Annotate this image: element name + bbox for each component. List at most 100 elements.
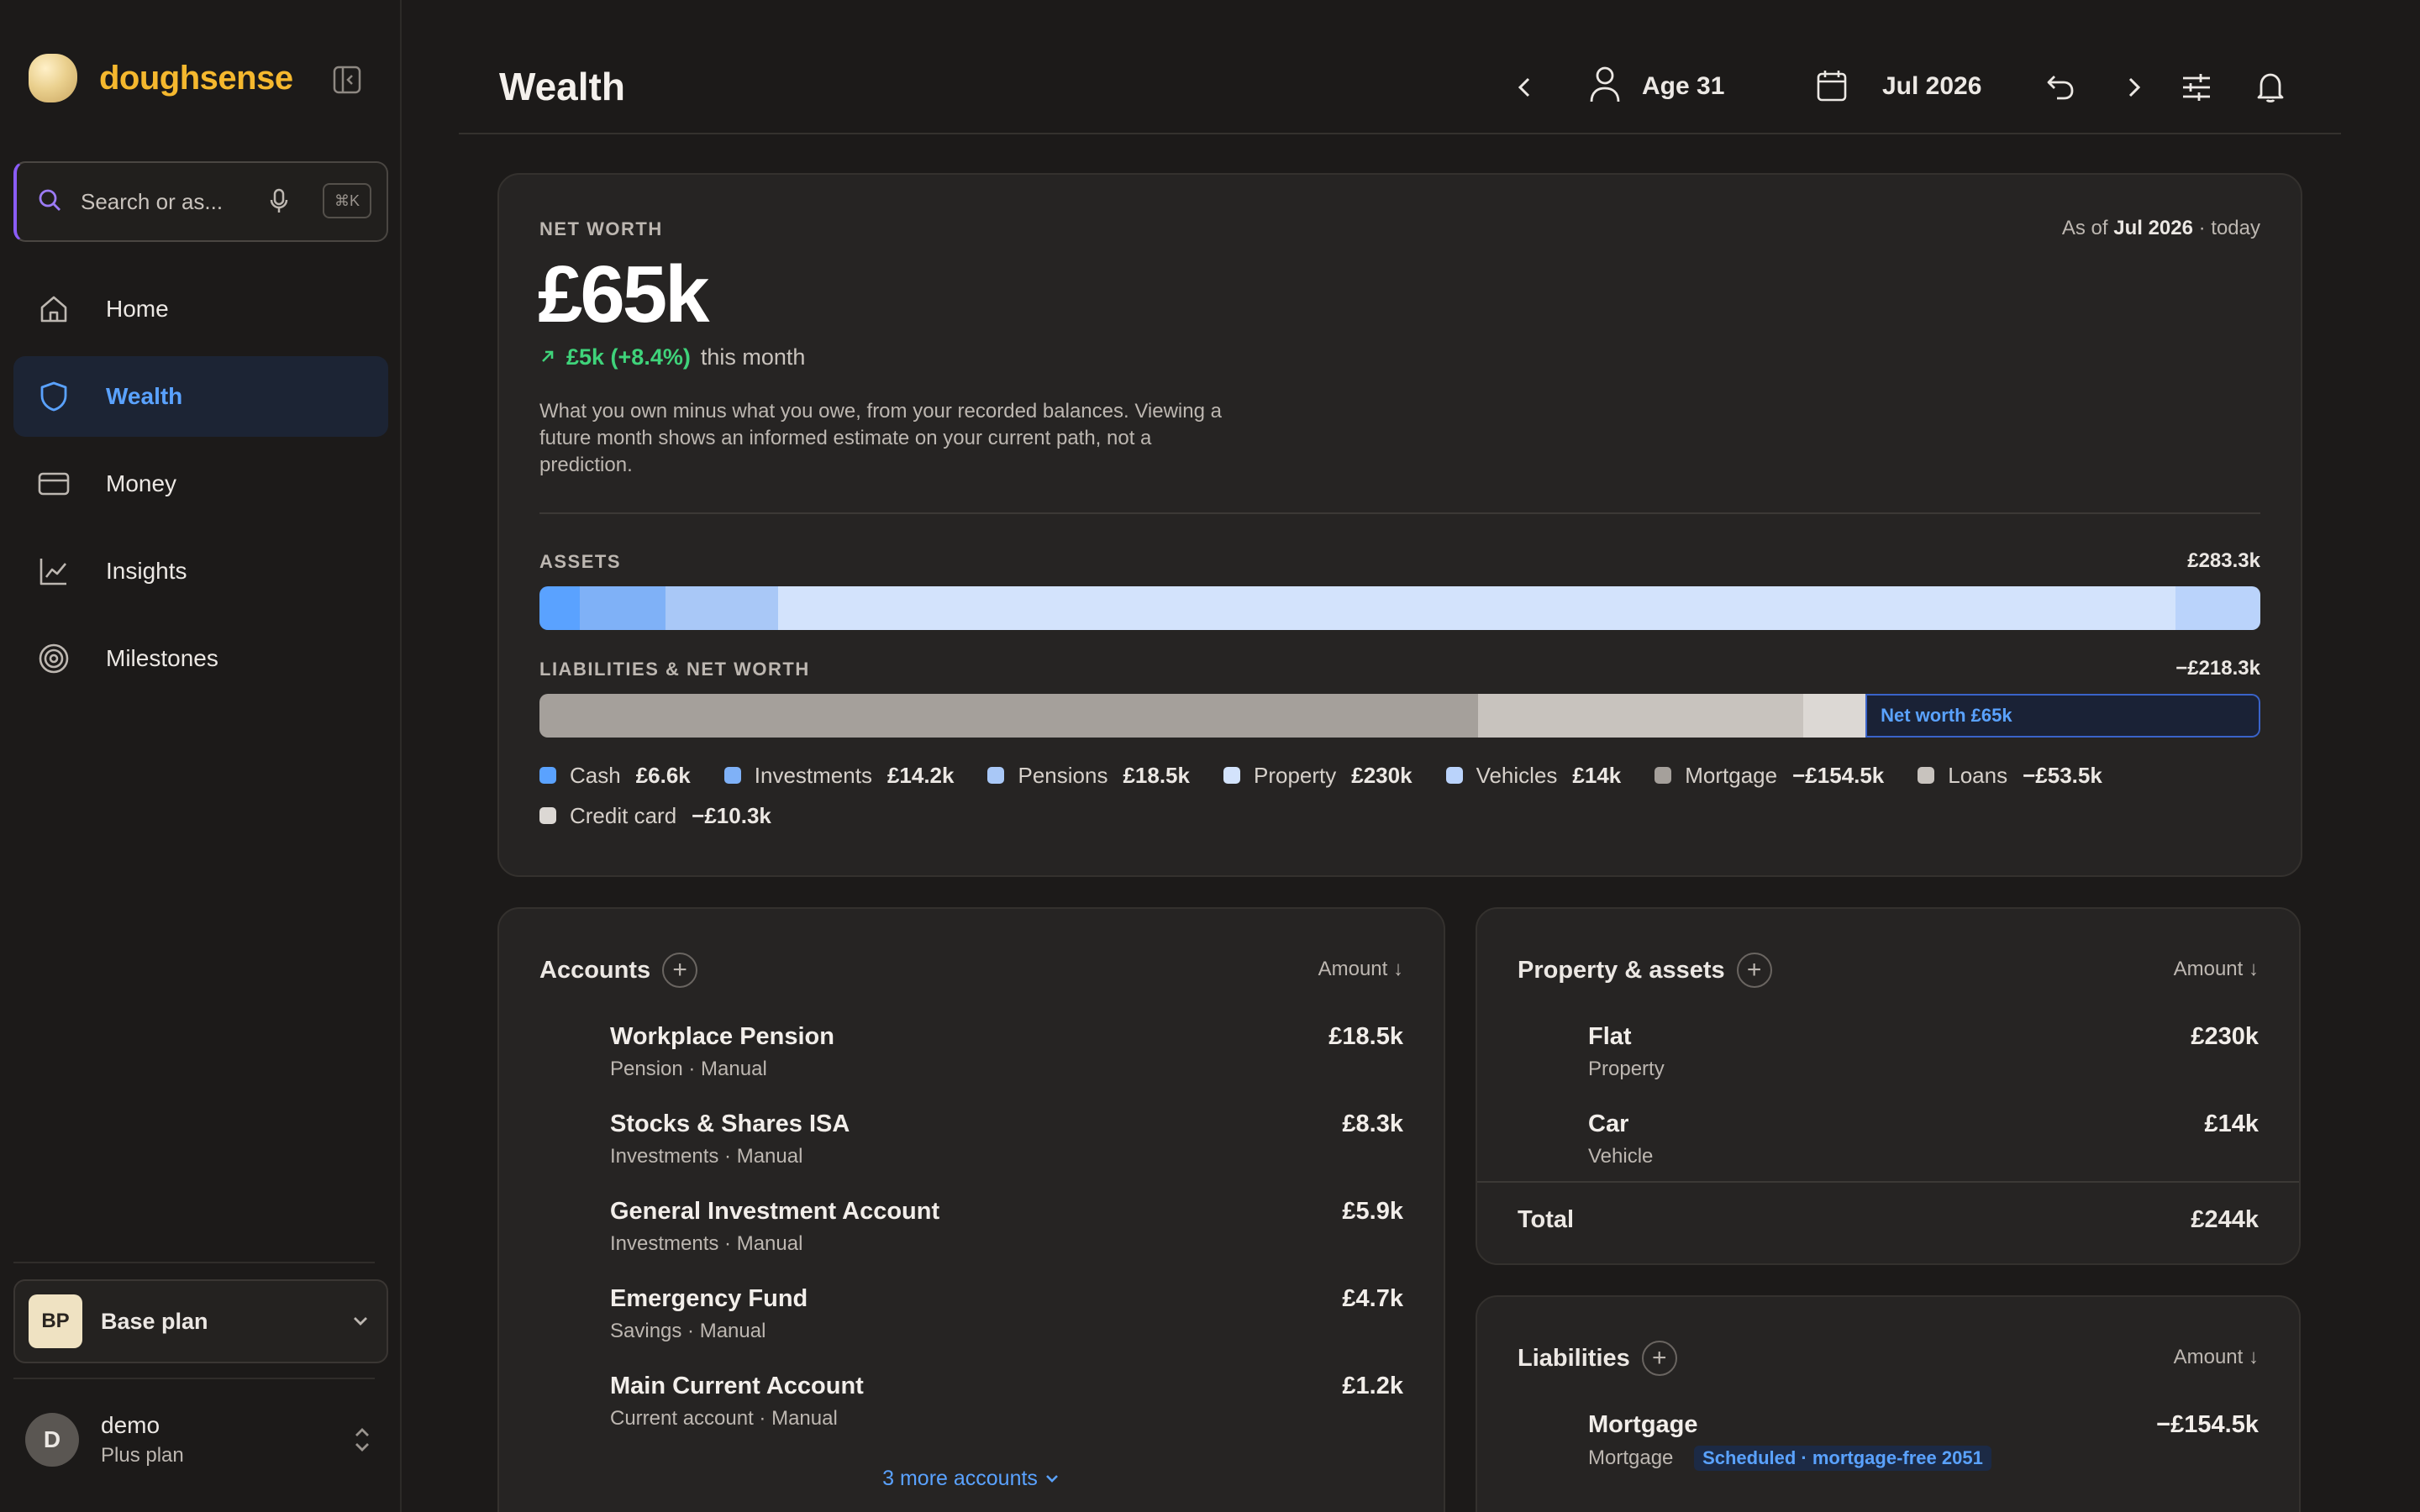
collapse-sidebar-icon[interactable] xyxy=(333,66,361,94)
liabilities-title: Liabilities + xyxy=(1518,1341,1677,1376)
home-icon xyxy=(37,292,71,326)
add-liability-button[interactable]: + xyxy=(1641,1341,1677,1376)
legend-name: Credit card xyxy=(570,802,677,828)
top-bar: Wealth Age 31 Jul 2026 xyxy=(459,0,2341,134)
assets-label: Assets xyxy=(539,551,622,572)
assets-bar-segment xyxy=(2175,586,2260,630)
net-worth-description: What you own minus what you owe, from yo… xyxy=(539,400,1222,476)
legend-swatch xyxy=(723,767,741,784)
net-worth-change: £5k (+8.4%) this month xyxy=(539,344,805,370)
add-property-button[interactable]: + xyxy=(1736,953,1772,988)
legend-swatch xyxy=(1918,767,1935,784)
divider xyxy=(13,1378,375,1379)
legend-value: £230k xyxy=(1351,762,1413,788)
brand-name: doughsense xyxy=(99,59,293,97)
legend-value: −£10.3k xyxy=(692,802,771,828)
date-display[interactable]: Jul 2026 xyxy=(1882,72,1981,101)
sort-by-amount[interactable]: Amount ↓ xyxy=(1318,958,1403,981)
nav-label: Wealth xyxy=(106,383,183,409)
brand[interactable]: doughsense xyxy=(29,54,293,102)
legend-item: Vehicles £14k xyxy=(1445,762,1622,788)
legend-value: £14k xyxy=(1572,762,1622,788)
legend-swatch xyxy=(539,807,556,824)
total-amount: £244k xyxy=(2191,1206,2259,1233)
breakdown-legend: Cash £6.6k Investments £14.2k Pensions £18.5k… xyxy=(539,763,2270,828)
microphone-icon[interactable] xyxy=(269,188,289,219)
bell-icon[interactable] xyxy=(2254,71,2287,104)
add-account-button[interactable]: + xyxy=(662,953,698,988)
liabilities-bar-segment xyxy=(1802,694,1866,738)
change-period: this month xyxy=(700,344,806,370)
search-input[interactable]: Search or as... ⌘K xyxy=(13,161,388,242)
nav-item-home[interactable]: Home xyxy=(13,269,388,349)
keyboard-shortcut-badge: ⌘K xyxy=(323,183,371,218)
legend-value: −£154.5k xyxy=(1792,762,1885,788)
liabilities-bar: Net worth £65k xyxy=(539,694,2260,738)
legend-name: Vehicles xyxy=(1476,762,1558,788)
legend-swatch xyxy=(1223,767,1240,784)
previous-month-icon[interactable] xyxy=(1507,71,1541,104)
nav-item-milestones[interactable]: Milestones xyxy=(13,618,388,699)
legend-item: Pensions £18.5k xyxy=(987,763,1190,788)
liabilities-card: Liabilities + Amount ↓ Mortgage Mortgage… xyxy=(1476,1295,2301,1512)
card-icon xyxy=(37,467,71,501)
avatar: D xyxy=(25,1413,79,1467)
arrow-up-right-icon xyxy=(539,344,556,370)
user-name: demo xyxy=(101,1412,160,1438)
target-icon xyxy=(37,642,71,675)
nav-item-insights[interactable]: Insights xyxy=(13,531,388,612)
liabilities-bar-segment xyxy=(539,694,1478,738)
chevron-down-icon xyxy=(1044,1467,1060,1490)
account-row[interactable]: Emergency Fund Savings · Manual £4.7k xyxy=(610,1285,1403,1352)
property-card: Property & assets + Amount ↓ Flat Proper… xyxy=(1476,907,2301,1265)
legend-name: Property xyxy=(1253,762,1337,788)
account-row[interactable]: Main Current Account Current account · M… xyxy=(610,1373,1403,1440)
assets-bar-segment xyxy=(539,586,580,630)
nav-label: Home xyxy=(106,296,169,322)
divider xyxy=(539,512,2260,514)
chart-icon xyxy=(37,554,71,588)
page-title: Wealth xyxy=(499,65,625,108)
brand-logo xyxy=(29,54,77,102)
net-worth-value: £65k xyxy=(538,249,710,339)
legend-item: Mortgage −£154.5k xyxy=(1655,763,1884,788)
nav-item-money[interactable]: Money xyxy=(13,444,388,524)
legend-swatch xyxy=(1445,767,1463,784)
sidebar: doughsense Search or as... ⌘K Home Wealt… xyxy=(0,0,402,1512)
nav-label: Money xyxy=(106,470,177,496)
plan-badge: BP xyxy=(29,1294,82,1348)
plan-selector[interactable]: BP Base plan xyxy=(13,1279,388,1363)
legend-swatch xyxy=(987,767,1005,784)
shield-icon xyxy=(37,380,71,413)
total-label: Total xyxy=(1518,1206,1575,1233)
legend-value: £14.2k xyxy=(886,762,955,788)
account-row[interactable]: Stocks & Shares ISA Investments · Manual… xyxy=(610,1110,1403,1178)
next-month-icon[interactable] xyxy=(2118,71,2151,104)
user-plan: Plus plan xyxy=(101,1444,184,1467)
show-more-accounts-link[interactable]: 3 more accounts xyxy=(499,1467,1444,1491)
divider xyxy=(13,1262,375,1263)
assets-total: £283.3k xyxy=(2187,549,2260,572)
legend-item: Loans −£53.5k xyxy=(1918,763,2102,788)
accounts-title: Accounts + xyxy=(539,953,698,988)
account-row[interactable]: General Investment Account Investments ·… xyxy=(610,1198,1403,1265)
assets-bar-segment xyxy=(579,586,666,630)
property-row[interactable]: Flat Property £230k xyxy=(1588,1023,2259,1090)
sort-by-amount[interactable]: Amount ↓ xyxy=(2174,1346,2259,1369)
age-display[interactable]: Age 31 xyxy=(1642,72,1724,101)
nav-label: Milestones xyxy=(106,645,218,671)
user-menu[interactable]: D demo Plus plan xyxy=(25,1406,378,1473)
sort-by-amount[interactable]: Amount ↓ xyxy=(2174,958,2259,981)
filters-icon[interactable] xyxy=(2180,71,2213,104)
undo-icon[interactable] xyxy=(2044,71,2077,104)
nav-item-wealth[interactable]: Wealth xyxy=(13,356,388,437)
legend-name: Loans xyxy=(1948,762,2008,788)
property-row[interactable]: Car Vehicle £14k xyxy=(1588,1110,2259,1178)
legend-name: Mortgage xyxy=(1685,762,1778,788)
nav-label: Insights xyxy=(106,558,187,584)
legend-swatch xyxy=(1655,767,1672,784)
liability-row[interactable]: Mortgage Mortgage Scheduled · mortgage-f… xyxy=(1588,1411,2259,1478)
chevron-down-icon xyxy=(350,1310,371,1336)
liabilities-bar-segment xyxy=(1477,694,1803,738)
account-row[interactable]: Workplace Pension Pension · Manual £18.5… xyxy=(610,1023,1403,1090)
